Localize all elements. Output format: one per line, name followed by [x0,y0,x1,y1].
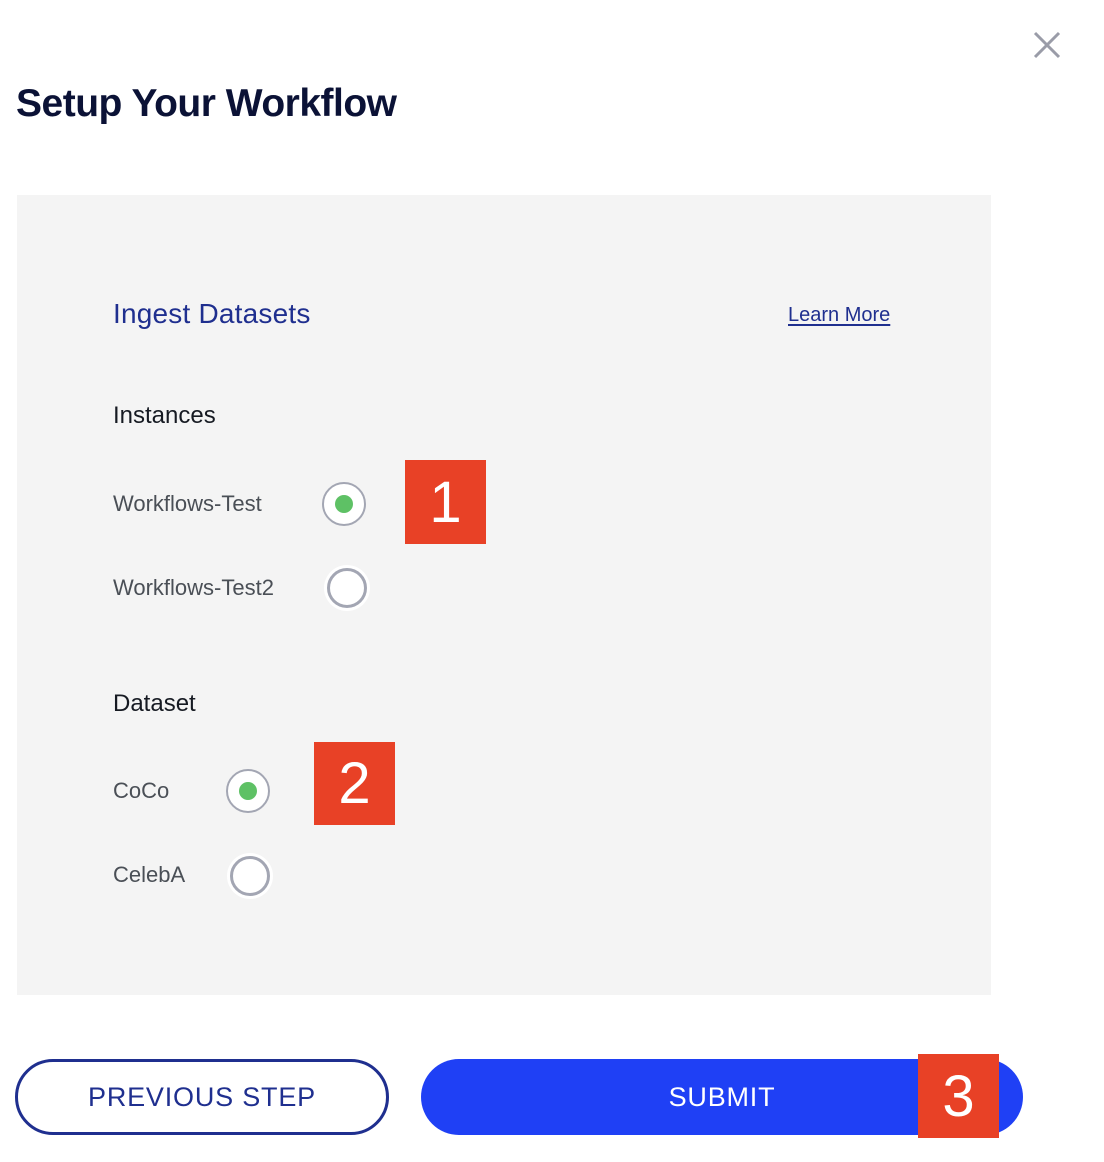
dataset-radio-coco[interactable] [226,769,270,813]
instance-radio-workflows-test2[interactable] [327,568,367,608]
annotation-marker-2: 2 [314,742,395,825]
radio-selected-dot [239,782,257,800]
instances-label: Instances [113,402,216,429]
dataset-option-label: CelebA [113,862,186,887]
dataset-option-label: CoCo [113,778,170,803]
close-icon [1033,31,1061,59]
annotation-marker-3: 3 [918,1054,999,1138]
page-title: Setup Your Workflow [16,82,397,125]
instance-radio-workflows-test[interactable] [322,482,366,526]
close-button[interactable] [1028,26,1066,64]
annotation-marker-1: 1 [405,460,486,544]
ingest-datasets-panel: Ingest Datasets Learn More Instances Wor… [17,195,991,995]
section-title: Ingest Datasets [113,298,311,329]
previous-step-button[interactable]: PREVIOUS STEP [15,1059,389,1135]
radio-selected-dot [335,495,353,513]
learn-more-link[interactable]: Learn More [788,304,890,327]
dataset-label: Dataset [113,690,196,717]
dataset-radio-celeba[interactable] [230,856,270,896]
instance-option-label: Workflows-Test [113,491,262,516]
instance-option-label: Workflows-Test2 [113,575,274,600]
